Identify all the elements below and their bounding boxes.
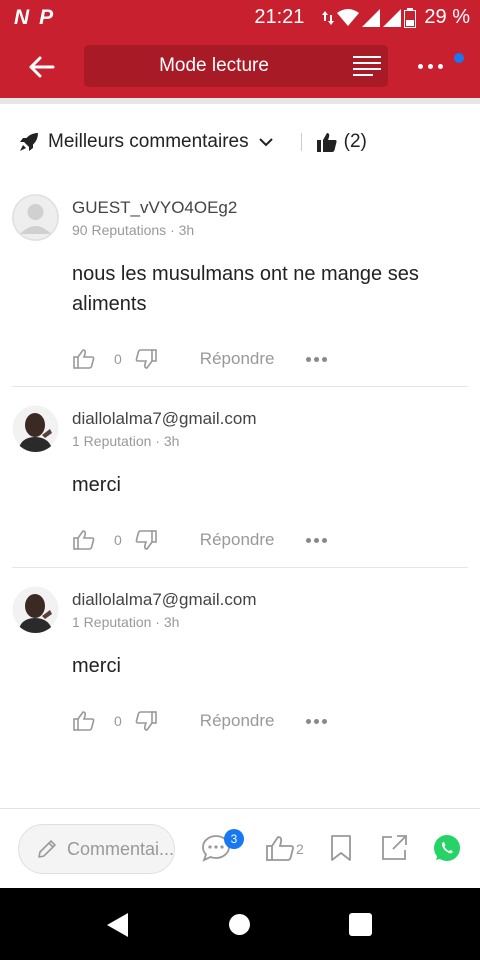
reply-button[interactable]: Répondre: [200, 349, 275, 369]
comment-text: nous les musulmans ont ne mange ses alim…: [72, 263, 419, 315]
comment-more-button[interactable]: [306, 537, 328, 543]
like-count: 0: [114, 532, 122, 548]
reply-button[interactable]: Répondre: [200, 530, 275, 550]
text-lines-icon[interactable]: [352, 52, 382, 80]
signal-icon-2: [383, 8, 402, 27]
comment-meta: 1 Reputation · 3h: [72, 433, 180, 449]
comment-more-button[interactable]: [306, 356, 328, 362]
nav-back-icon[interactable]: [106, 912, 130, 938]
thumbs-up-icon[interactable]: [72, 528, 96, 552]
n-app-icon: N: [14, 6, 30, 29]
more-dot: [437, 63, 443, 69]
signal-icon: [362, 8, 381, 27]
comment-input[interactable]: Commentai...: [18, 824, 175, 874]
comment-text: merci: [72, 655, 121, 677]
avatar[interactable]: [12, 586, 59, 633]
user-photo-icon: [12, 405, 59, 452]
wifi-icon: [337, 8, 360, 26]
comment-author[interactable]: diallolalma7@gmail.com: [72, 409, 257, 429]
pencil-icon: [38, 840, 56, 858]
clock: 21:21: [254, 6, 305, 28]
comments-count-badge: 3: [224, 829, 244, 849]
comment-meta: 90 Reputations · 3h: [72, 222, 195, 238]
user-photo-icon: [12, 586, 59, 633]
comment-meta: 1 Reputation · 3h: [72, 614, 180, 630]
sort-dropdown[interactable]: Meilleurs commentaires: [48, 131, 249, 153]
app-bar: Mode lecture: [0, 36, 480, 98]
notification-dot: [454, 53, 464, 63]
sort-divider: [300, 133, 302, 151]
arrow-left-icon: [29, 56, 55, 78]
data-arrows-icon: [322, 10, 335, 25]
nav-home-icon[interactable]: [229, 914, 250, 935]
comment-author[interactable]: diallolalma7@gmail.com: [72, 590, 257, 610]
article-like-summary[interactable]: (2): [316, 131, 367, 153]
nav-recents-icon[interactable]: [349, 913, 372, 936]
reply-button[interactable]: Répondre: [200, 711, 275, 731]
like-count: 0: [114, 351, 122, 367]
status-bar: N P 21:21 29 %: [0, 0, 480, 36]
whatsapp-icon[interactable]: [432, 833, 462, 863]
comment-more-button[interactable]: [306, 718, 328, 724]
bookmark-icon[interactable]: [326, 833, 356, 863]
thumbs-up-icon[interactable]: [265, 833, 295, 863]
comment-author[interactable]: GUEST_vVYO4OEg2: [72, 198, 237, 218]
rocket-icon: [20, 133, 38, 151]
thumbs-down-icon[interactable]: [134, 528, 158, 552]
thumbs-up-icon[interactable]: [72, 709, 96, 733]
back-button[interactable]: [22, 50, 60, 84]
avatar[interactable]: [12, 405, 59, 452]
reading-mode-pill[interactable]: Mode lecture: [84, 45, 388, 87]
more-options-button[interactable]: [408, 52, 452, 80]
like-total: 2: [296, 841, 304, 857]
p-app-icon: P: [39, 6, 54, 29]
like-count: 0: [114, 713, 122, 729]
sort-row: Meilleurs commentaires (2): [0, 118, 480, 166]
thumbs-up-filled-icon: [316, 133, 337, 152]
share-external-icon[interactable]: [379, 833, 409, 863]
header-divider: [0, 98, 480, 104]
more-dot: [427, 63, 433, 69]
comment-input-placeholder: Commentai...: [66, 838, 174, 859]
system-nav-bar: [0, 888, 480, 960]
battery-percent: 29 %: [424, 6, 470, 28]
thumbs-down-icon[interactable]: [134, 347, 158, 371]
battery-icon: [404, 7, 417, 28]
user-icon: [12, 194, 59, 241]
comment-separator: [12, 386, 468, 387]
comment-actions: 0 Répondre: [72, 707, 328, 735]
thumbs-up-icon[interactable]: [72, 347, 96, 371]
article-like-count: (2): [343, 131, 367, 152]
thumbs-down-icon[interactable]: [134, 709, 158, 733]
comment-separator: [12, 567, 468, 568]
comment-text: merci: [72, 474, 121, 496]
bottom-toolbar: Commentai... 3 2: [0, 808, 480, 888]
chevron-down-icon[interactable]: [257, 133, 275, 151]
avatar-placeholder[interactable]: [12, 194, 59, 241]
more-dots-icon: [417, 63, 423, 69]
comment-actions: 0 Répondre: [72, 345, 328, 373]
reading-mode-label: Mode lecture: [159, 55, 269, 76]
comment-actions: 0 Répondre: [72, 526, 328, 554]
